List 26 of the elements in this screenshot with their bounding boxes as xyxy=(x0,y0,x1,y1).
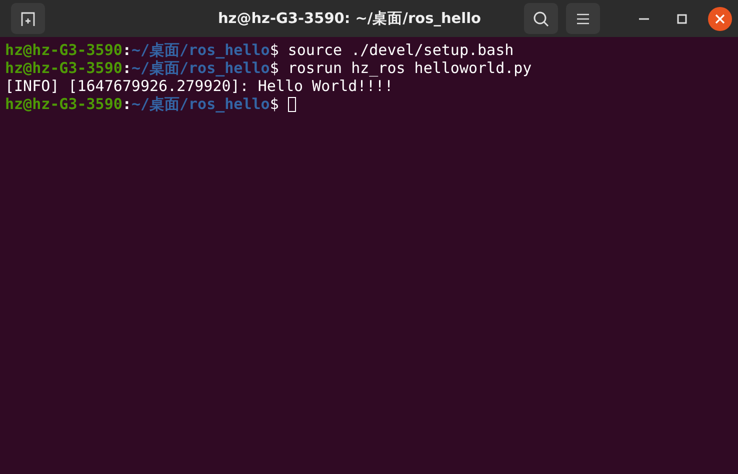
close-button[interactable] xyxy=(708,6,732,30)
menu-icon xyxy=(576,12,590,24)
prompt-user-host: hz@hz-G3-3590 xyxy=(5,41,122,59)
prompt-separator: : xyxy=(122,59,132,77)
minimize-icon xyxy=(639,18,649,20)
search-button[interactable] xyxy=(524,3,558,34)
command-text: rosrun hz_ros helloworld.py xyxy=(288,59,532,77)
new-tab-icon xyxy=(19,10,37,28)
search-icon xyxy=(532,10,550,28)
prompt-symbol: $ xyxy=(270,41,279,59)
output-text: [INFO] [1647679926.279920]: Hello World!!!! xyxy=(5,77,394,95)
maximize-icon xyxy=(677,14,687,24)
close-icon xyxy=(715,14,725,24)
prompt-separator: : xyxy=(122,95,132,113)
command-text: source ./devel/setup.bash xyxy=(288,41,514,59)
prompt-symbol: $ xyxy=(270,59,279,77)
prompt-user-host: hz@hz-G3-3590 xyxy=(5,59,122,77)
menu-button[interactable] xyxy=(566,3,600,34)
prompt-path: ~/桌面/ros_hello xyxy=(131,41,270,59)
prompt-symbol: $ xyxy=(270,95,279,113)
window-title: hz@hz-G3-3590: ~/桌面/ros_hello xyxy=(216,10,482,28)
prompt-path: ~/桌面/ros_hello xyxy=(131,95,270,113)
prompt-user-host: hz@hz-G3-3590 xyxy=(5,95,122,113)
prompt-separator: : xyxy=(122,41,132,59)
new-tab-button[interactable] xyxy=(11,3,45,34)
prompt-path: ~/桌面/ros_hello xyxy=(131,59,270,77)
